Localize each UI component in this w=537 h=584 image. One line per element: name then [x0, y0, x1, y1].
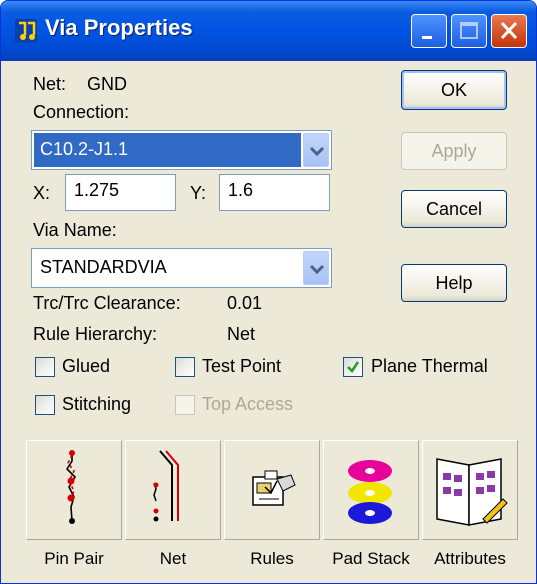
x-label: X:: [33, 183, 51, 203]
rule-hierarchy-value: Net: [227, 324, 256, 344]
maximize-button[interactable]: [451, 14, 487, 48]
chevron-down-icon: [310, 146, 324, 156]
x-coordinate-field[interactable]: 1.275: [65, 174, 176, 211]
test-point-checkbox[interactable]: [175, 357, 195, 377]
rules-icon: [252, 470, 296, 506]
net-icon: [153, 450, 179, 522]
cancel-button[interactable]: Cancel: [401, 190, 507, 228]
clearance-value: 0.01: [227, 293, 263, 313]
via-properties-window: Via Properties Net: GND Connection: C10.…: [0, 0, 537, 584]
y-coordinate-value: 1.6: [228, 180, 254, 200]
pad-stack-icon: [348, 460, 392, 524]
via-name-select-value: STANDARDVIA: [40, 257, 167, 277]
top-access-checkbox[interactable]: [175, 395, 195, 415]
rules-label: Rules: [250, 549, 294, 568]
plane-thermal-label: Plane Thermal: [371, 356, 488, 376]
glued-checkbox[interactable]: [35, 357, 55, 377]
connection-dropdown-button[interactable]: [303, 133, 329, 167]
x-coordinate-value: 1.275: [74, 180, 120, 200]
pad-stack-label: Pad Stack: [332, 549, 410, 568]
y-coordinate-field[interactable]: 1.6: [219, 174, 330, 211]
via-name-dropdown-button[interactable]: [303, 251, 329, 285]
minimize-button[interactable]: [411, 14, 447, 48]
attributes-tool-button[interactable]: [422, 440, 518, 540]
net-label-tool: Net: [159, 549, 187, 568]
ok-button[interactable]: OK: [401, 70, 507, 110]
close-button[interactable]: [491, 14, 527, 48]
pin-pair-label: Pin Pair: [44, 549, 104, 568]
attributes-label: Attributes: [434, 549, 506, 568]
net-tool-button[interactable]: [125, 440, 221, 540]
pin-pair-icon: [65, 450, 77, 524]
connection-select[interactable]: C10.2-J1.1: [31, 130, 332, 170]
test-point-label: Test Point: [202, 356, 282, 376]
stitching-checkbox[interactable]: [35, 395, 55, 415]
top-access-label: Top Access: [202, 394, 294, 414]
maximize-icon: [460, 22, 478, 39]
rules-tool-button[interactable]: [224, 440, 320, 540]
plane-thermal-checkbox[interactable]: [343, 357, 363, 377]
app-icon: [15, 19, 37, 43]
window-title: Via Properties: [45, 15, 193, 40]
pin-pair-tool-button[interactable]: [26, 440, 122, 540]
net-value: GND: [87, 74, 127, 94]
help-button[interactable]: Help: [401, 264, 507, 302]
via-name-label: Via Name:: [33, 220, 117, 240]
checkmark-icon: [347, 361, 360, 373]
pad-stack-tool-button[interactable]: [323, 440, 419, 540]
clearance-label: Trc/Trc Clearance:: [33, 293, 181, 313]
attributes-icon: [436, 458, 508, 526]
close-icon: [500, 21, 518, 40]
stitching-label: Stitching: [62, 394, 132, 414]
y-label: Y:: [190, 183, 207, 203]
via-name-select[interactable]: STANDARDVIA: [31, 248, 332, 288]
apply-button[interactable]: Apply: [401, 132, 507, 170]
net-label: Net:: [33, 74, 67, 94]
rule-hierarchy-label: Rule Hierarchy:: [33, 324, 158, 344]
connection-select-value: C10.2-J1.1: [34, 133, 301, 167]
minimize-icon: [422, 36, 432, 39]
connection-label: Connection:: [33, 102, 130, 122]
title-bar[interactable]: Via Properties: [1, 1, 536, 61]
chevron-down-icon: [310, 264, 324, 274]
glued-label: Glued: [62, 356, 111, 376]
